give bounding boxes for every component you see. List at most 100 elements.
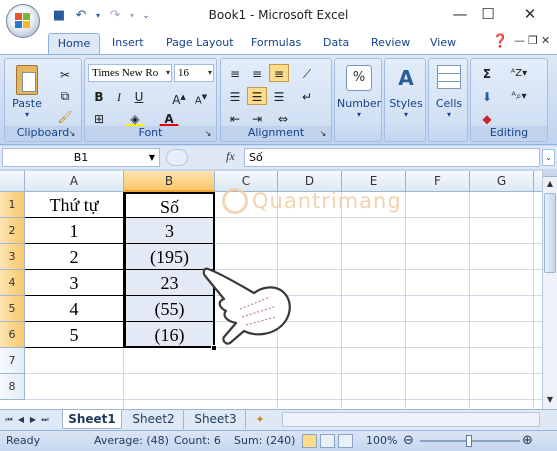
- row-header-7[interactable]: 7: [0, 348, 25, 374]
- format-painter-icon[interactable]: 🖌: [55, 107, 75, 125]
- column-header-b[interactable]: B: [124, 171, 215, 192]
- clipboard-launcher-icon[interactable]: ↘: [66, 127, 78, 139]
- ribbon-close-icon[interactable]: ✕: [541, 34, 550, 47]
- row-header-1[interactable]: 1: [0, 192, 25, 218]
- tab-home[interactable]: Home: [48, 33, 100, 54]
- row-header-3[interactable]: 3: [0, 244, 25, 270]
- align-top-icon[interactable]: ≡: [225, 64, 245, 82]
- cut-icon[interactable]: ✂: [55, 65, 75, 83]
- align-bottom-icon[interactable]: ≡: [269, 64, 289, 82]
- sheet-tab-1[interactable]: Sheet1: [62, 410, 122, 429]
- font-name-select[interactable]: Times New Ro ▾: [88, 64, 172, 82]
- tab-insert[interactable]: Insert: [112, 36, 144, 49]
- help-icon[interactable]: ❓: [492, 34, 508, 49]
- row-header-8[interactable]: 8: [0, 374, 25, 400]
- name-box[interactable]: B1 ▼: [2, 148, 160, 167]
- fx-icon[interactable]: fx: [226, 149, 235, 164]
- last-sheet-icon[interactable]: ⏭: [40, 410, 50, 429]
- font-color-icon[interactable]: A: [159, 109, 179, 127]
- split-box-icon[interactable]: [543, 169, 557, 177]
- column-header-g[interactable]: G: [470, 171, 534, 192]
- grow-font-icon[interactable]: A▲: [169, 87, 189, 107]
- italic-button[interactable]: I: [109, 87, 129, 105]
- ribbon-minimize-icon[interactable]: —: [514, 34, 525, 47]
- cell-a2[interactable]: 1: [25, 218, 124, 244]
- zoom-level[interactable]: 100%: [366, 431, 397, 451]
- decrease-indent-icon[interactable]: ⇤: [225, 109, 245, 127]
- zoom-out-icon[interactable]: ⊖: [403, 431, 414, 451]
- cell-a6[interactable]: 5: [25, 322, 124, 348]
- cell-a4[interactable]: 3: [25, 270, 124, 296]
- cell-b2[interactable]: 3: [124, 218, 215, 244]
- select-all-corner[interactable]: [0, 171, 25, 192]
- column-header-h[interactable]: [534, 171, 542, 192]
- sort-filter-icon[interactable]: ᴬZ▾: [509, 64, 529, 82]
- font-launcher-icon[interactable]: ↘: [202, 127, 214, 139]
- scroll-down-icon[interactable]: ▼: [543, 393, 557, 407]
- tab-data[interactable]: Data: [323, 36, 349, 49]
- zoom-thumb[interactable]: [466, 435, 472, 447]
- first-sheet-icon[interactable]: ⏮: [4, 410, 14, 429]
- increase-indent-icon[interactable]: ⇥: [247, 109, 267, 127]
- page-layout-view-icon[interactable]: [320, 434, 335, 448]
- cells-button[interactable]: Cells ▾: [430, 65, 468, 140]
- cell-a5[interactable]: 4: [25, 296, 124, 322]
- minimize-button[interactable]: —: [448, 4, 472, 24]
- wrap-text-icon[interactable]: ↵: [297, 87, 317, 105]
- column-header-f[interactable]: F: [406, 171, 470, 192]
- office-button[interactable]: [6, 4, 40, 38]
- page-break-view-icon[interactable]: [338, 434, 353, 448]
- scroll-up-icon[interactable]: ▲: [543, 177, 557, 191]
- close-button[interactable]: ✕: [518, 4, 542, 24]
- row-header-2[interactable]: 2: [0, 218, 25, 244]
- vertical-scrollbar[interactable]: ▲ ▼: [542, 169, 557, 409]
- cell-a3[interactable]: 2: [25, 244, 124, 270]
- orientation-icon[interactable]: ⟋: [297, 64, 317, 82]
- clear-icon[interactable]: ◆: [477, 109, 497, 127]
- tab-formulas[interactable]: Formulas: [251, 36, 301, 49]
- alignment-launcher-icon[interactable]: ↘: [317, 127, 329, 139]
- styles-button[interactable]: A Styles ▾: [386, 65, 426, 140]
- next-sheet-icon[interactable]: ▶: [28, 410, 38, 429]
- fill-handle[interactable]: [211, 345, 217, 351]
- merge-center-icon[interactable]: ⇔: [273, 109, 293, 127]
- worksheet-grid[interactable]: A B C D E F G 1 2 3 4 5 6 7 8 Thứ tự Số …: [0, 171, 542, 409]
- tab-view[interactable]: View: [430, 36, 456, 49]
- shrink-font-icon[interactable]: A▼: [191, 87, 211, 106]
- row-header-5[interactable]: 5: [0, 296, 25, 322]
- number-button[interactable]: % Number ▾: [337, 65, 381, 140]
- cell-b1[interactable]: Số: [124, 192, 215, 218]
- formula-input[interactable]: Số: [244, 148, 540, 167]
- formula-bar-resize-icon[interactable]: [166, 149, 188, 166]
- empty-cells-a[interactable]: [25, 348, 215, 409]
- autosum-icon[interactable]: Σ: [477, 64, 497, 82]
- scroll-thumb[interactable]: [544, 193, 556, 273]
- bold-button[interactable]: B: [89, 87, 109, 105]
- find-select-icon[interactable]: ᴬ⌕▾: [509, 87, 529, 105]
- align-right-icon[interactable]: ☰: [269, 87, 289, 105]
- sheet-tab-3[interactable]: Sheet3: [186, 410, 246, 429]
- maximize-button[interactable]: ☐: [476, 4, 500, 24]
- column-header-a[interactable]: A: [25, 171, 124, 192]
- fill-icon[interactable]: ⬇: [477, 87, 497, 105]
- align-middle-icon[interactable]: ≡: [247, 64, 267, 82]
- borders-icon[interactable]: ⊞: [89, 109, 109, 127]
- horizontal-scrollbar[interactable]: [282, 412, 540, 427]
- zoom-in-icon[interactable]: ⊕: [522, 431, 533, 451]
- align-left-icon[interactable]: ☰: [225, 87, 245, 105]
- row-header-6[interactable]: 6: [0, 322, 25, 348]
- paste-button[interactable]: Paste ▾: [9, 63, 45, 123]
- sheet-tab-2[interactable]: Sheet2: [124, 410, 184, 429]
- expand-formula-bar-icon[interactable]: ⌄: [542, 149, 555, 166]
- tab-review[interactable]: Review: [371, 36, 410, 49]
- insert-sheet-icon[interactable]: ✦: [250, 410, 270, 429]
- prev-sheet-icon[interactable]: ◀: [16, 410, 26, 429]
- align-center-icon[interactable]: ☰: [247, 87, 267, 105]
- ribbon-restore-icon[interactable]: ❐: [528, 34, 538, 47]
- cell-a1[interactable]: Thứ tự: [25, 192, 124, 218]
- copy-icon[interactable]: ⧉: [55, 86, 75, 104]
- font-size-select[interactable]: 16 ▾: [174, 64, 214, 82]
- fill-color-icon[interactable]: ◈: [125, 109, 145, 127]
- tab-page-layout[interactable]: Page Layout: [166, 36, 234, 49]
- underline-button[interactable]: U: [129, 87, 149, 105]
